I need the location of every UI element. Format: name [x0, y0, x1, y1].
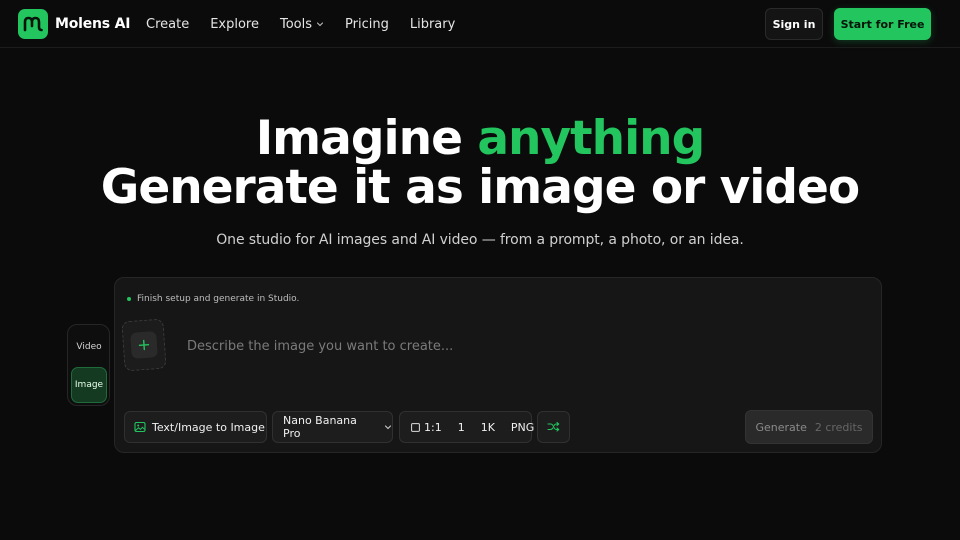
- nav-link-explore[interactable]: Explore: [210, 17, 259, 32]
- output-settings-select[interactable]: 1:1 1 1K PNG: [399, 411, 546, 443]
- shuffle-button[interactable]: [537, 411, 570, 443]
- mode-image-button[interactable]: Image: [71, 367, 107, 403]
- hero-line-2: Generate it as image or video: [100, 160, 860, 215]
- nav-links: Create Explore Tools Pricing Library: [146, 0, 476, 48]
- square-icon: [411, 422, 420, 432]
- upload-tile: [130, 331, 158, 359]
- hero-line-1-accent: anything: [477, 111, 705, 166]
- brand-name: Molens AI: [55, 16, 131, 32]
- shuffle-icon: [547, 421, 560, 433]
- chevron-down-icon: [384, 423, 392, 431]
- chevron-down-icon: [316, 20, 324, 28]
- nav-link-create[interactable]: Create: [146, 17, 189, 32]
- aspect-ratio-value: 1:1: [424, 420, 442, 434]
- mode-switch: Video Image: [67, 324, 110, 406]
- generation-mode-select[interactable]: Text/Image to Image: [124, 411, 267, 443]
- image-count-value: 1: [457, 420, 465, 434]
- nav-link-library[interactable]: Library: [410, 17, 455, 32]
- generate-button[interactable]: Generate 2 credits: [745, 410, 873, 444]
- generate-label: Generate: [755, 420, 807, 434]
- plus-icon: [138, 339, 151, 352]
- hero-title: Imagine anything Generate it as image or…: [0, 114, 960, 212]
- format-value: PNG: [510, 420, 535, 434]
- molens-logo-icon: [18, 9, 48, 39]
- prompt-input[interactable]: [187, 326, 847, 366]
- start-for-free-button[interactable]: Start for Free: [834, 8, 931, 40]
- top-nav: Molens AI Create Explore Tools Pricing L…: [0, 0, 960, 48]
- hero-subtitle: One studio for AI images and AI video — …: [216, 232, 744, 248]
- status-text: Finish setup and generate in Studio.: [137, 294, 300, 304]
- nav-link-pricing[interactable]: Pricing: [345, 17, 389, 32]
- hero-line-1: Imagine anything: [0, 114, 960, 163]
- brand-logo-link[interactable]: Molens AI: [18, 9, 130, 39]
- nav-link-tools[interactable]: Tools: [280, 17, 324, 32]
- nav-link-tools-label: Tools: [280, 16, 313, 32]
- image-icon: [134, 421, 146, 433]
- status-dot: [127, 297, 131, 301]
- status-line: Finish setup and generate in Studio.: [127, 294, 299, 304]
- generate-credits: 2 credits: [814, 420, 863, 434]
- mode-video-button[interactable]: Video: [71, 329, 107, 365]
- model-select[interactable]: Nano Banana Pro: [272, 411, 393, 443]
- studio-panel: Finish setup and generate in Studio. Tex…: [114, 277, 882, 453]
- model-select-label: Nano Banana Pro: [283, 414, 357, 440]
- generation-mode-label: Text/Image to Image: [152, 420, 265, 434]
- resolution-value: 1K: [480, 420, 495, 434]
- hero-line-1-prefix: Imagine: [255, 111, 478, 166]
- sign-in-button[interactable]: Sign in: [765, 8, 823, 40]
- upload-image-button[interactable]: [121, 318, 167, 372]
